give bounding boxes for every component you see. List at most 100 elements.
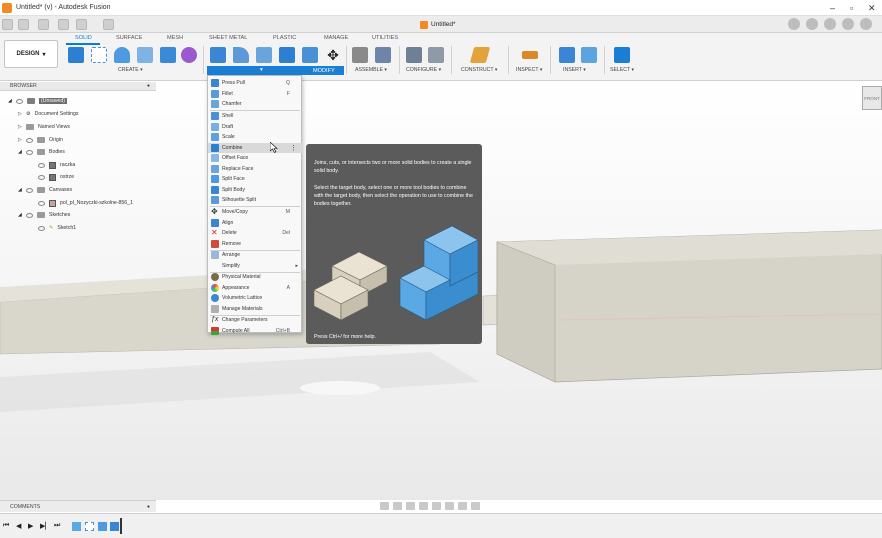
- browser-item-canvas-image[interactable]: pol_pl_Nozyczki-szkolne-856_1: [38, 197, 133, 209]
- menu-item-draft[interactable]: Draft: [208, 122, 302, 133]
- extensions-icon[interactable]: [806, 18, 818, 30]
- new-component-icon[interactable]: [68, 47, 84, 63]
- menu-item-volumetric-lattice[interactable]: Volumetric Lattice: [208, 293, 302, 304]
- eye-icon[interactable]: [38, 200, 45, 206]
- tab-solid[interactable]: SOLID: [75, 35, 92, 41]
- look-at-icon[interactable]: [393, 502, 402, 510]
- measure-icon[interactable]: [522, 51, 538, 59]
- menu-item-remove[interactable]: Remove: [208, 239, 302, 250]
- revolve-icon[interactable]: [137, 47, 153, 63]
- grid-settings-icon[interactable]: [458, 502, 467, 510]
- play-icon[interactable]: ▶: [28, 522, 33, 530]
- menu-item-silhouette-split[interactable]: Silhouette Split: [208, 195, 302, 206]
- browser-item-root[interactable]: ◢ (Unsaved): [8, 95, 67, 107]
- select-icon[interactable]: [614, 47, 630, 63]
- hole-icon[interactable]: [160, 47, 176, 63]
- menu-item-delete[interactable]: ✕ Delete Del: [208, 228, 302, 239]
- browser-item-body-ostrze[interactable]: ostrze: [38, 171, 74, 183]
- timeline-extrude-icon[interactable]: [98, 522, 107, 531]
- zoom-icon[interactable]: [419, 502, 428, 510]
- browser-item-origin[interactable]: ▷ Origin: [18, 134, 63, 146]
- select-group-label[interactable]: SELECT ▾: [610, 67, 634, 73]
- view-cube[interactable]: FRONT: [862, 86, 882, 110]
- browser-item-bodies[interactable]: ◢ Bodies: [18, 146, 65, 158]
- menu-item-offset-face[interactable]: Offset Face: [208, 153, 302, 164]
- menu-item-arrange[interactable]: Arrange: [208, 250, 302, 261]
- menu-item-move-copy[interactable]: ✥ Move/Copy M: [208, 207, 302, 218]
- joint-icon[interactable]: [352, 47, 368, 63]
- modify-group-label[interactable]: MODIFY ▾: [207, 66, 344, 75]
- configure-group-label[interactable]: CONFIGURE ▾: [406, 67, 441, 73]
- help-icon[interactable]: [860, 18, 872, 30]
- undo-icon[interactable]: [58, 19, 69, 30]
- document-tab[interactable]: Untitled*: [420, 18, 456, 31]
- tab-sheet-metal[interactable]: SHEET METAL: [209, 35, 247, 41]
- fit-icon[interactable]: [432, 502, 441, 510]
- comments-panel[interactable]: COMMENTS ●: [0, 500, 156, 512]
- create-sketch-icon[interactable]: [91, 47, 107, 63]
- menu-item-change-parameters[interactable]: ƒx Change Parameters: [208, 315, 302, 326]
- insert-group-label[interactable]: INSERT ▾: [563, 67, 586, 73]
- menu-item-combine[interactable]: Combine ⋮: [208, 142, 302, 153]
- tab-utilities[interactable]: UTILITIES: [372, 35, 398, 41]
- eye-icon[interactable]: [26, 149, 33, 155]
- timeline-extrude-icon[interactable]: [110, 522, 119, 531]
- save-icon[interactable]: [38, 19, 49, 30]
- new-tab-icon[interactable]: [788, 18, 800, 30]
- browser-item-named-views[interactable]: ▷ Named Views: [18, 121, 70, 133]
- menu-item-manage-materials[interactable]: Manage Materials: [208, 304, 302, 315]
- inspect-group-label[interactable]: INSPECT ▾: [516, 67, 542, 73]
- menu-item-split-face[interactable]: Split Face: [208, 174, 302, 185]
- workspace-switcher[interactable]: DESIGN ▾: [4, 40, 58, 68]
- eye-icon[interactable]: [26, 212, 33, 218]
- more-options-icon[interactable]: ⋮: [290, 144, 297, 152]
- pin-icon[interactable]: ●: [147, 82, 150, 91]
- eye-icon[interactable]: [38, 174, 45, 180]
- configure-icon[interactable]: [406, 47, 422, 63]
- browser-item-sketch1[interactable]: ✎ Sketch1: [38, 222, 76, 234]
- menu-item-shell[interactable]: Shell: [208, 111, 302, 122]
- job-status-icon[interactable]: [824, 18, 836, 30]
- menu-item-press-pull[interactable]: Press Pull Q: [208, 78, 302, 89]
- assemble-group-label[interactable]: ASSEMBLE ▾: [355, 67, 387, 73]
- grid-icon[interactable]: [2, 19, 13, 30]
- timeline-marker[interactable]: [120, 518, 122, 534]
- insert-image-icon[interactable]: [581, 47, 597, 63]
- combine-icon[interactable]: [279, 47, 295, 63]
- browser-item-body-raczka[interactable]: raczka: [38, 159, 75, 171]
- create-group-label[interactable]: CREATE ▾: [118, 67, 143, 73]
- menu-item-appearance[interactable]: Appearance A: [208, 283, 302, 294]
- eye-icon[interactable]: [38, 162, 45, 168]
- step-forward-icon[interactable]: ▶▏: [40, 522, 51, 530]
- browser-item-sketches[interactable]: ◢ Sketches: [18, 209, 70, 221]
- notifications-icon[interactable]: [842, 18, 854, 30]
- as-built-joint-icon[interactable]: [375, 47, 391, 63]
- menu-item-split-body[interactable]: Split Body: [208, 185, 302, 196]
- redo-icon[interactable]: [76, 19, 87, 30]
- viewports-icon[interactable]: [471, 502, 480, 510]
- eye-icon[interactable]: [26, 187, 33, 193]
- minimize-icon[interactable]: –: [830, 3, 835, 13]
- timeline-sketch-icon[interactable]: [85, 522, 94, 531]
- add-comment-icon[interactable]: ●: [147, 501, 150, 513]
- close-icon[interactable]: ✕: [868, 3, 876, 14]
- tab-manage[interactable]: MANAGE: [324, 35, 348, 41]
- menu-item-scale[interactable]: Scale: [208, 132, 302, 143]
- menu-item-physical-material[interactable]: Physical Material: [208, 272, 302, 283]
- menu-item-chamfer[interactable]: Chamfer: [208, 99, 302, 110]
- shell-icon[interactable]: [302, 47, 318, 63]
- menu-item-fillet[interactable]: Fillet F: [208, 89, 302, 100]
- browser-item-document-settings[interactable]: ▷ ⚙ Document Settings: [18, 108, 78, 120]
- browser-item-canvases[interactable]: ◢ Canvases: [18, 184, 72, 196]
- pan-icon[interactable]: [406, 502, 415, 510]
- form-icon[interactable]: [181, 47, 197, 63]
- tab-plastic[interactable]: PLASTIC: [273, 35, 296, 41]
- maximize-icon[interactable]: ▫: [850, 3, 853, 13]
- step-back-icon[interactable]: ◀: [16, 522, 21, 530]
- home-icon[interactable]: [103, 19, 114, 30]
- table-icon[interactable]: [428, 47, 444, 63]
- menu-item-compute-all[interactable]: Compute All Ctrl+B: [208, 326, 302, 337]
- eye-icon[interactable]: [38, 225, 45, 231]
- display-settings-icon[interactable]: [445, 502, 454, 510]
- tab-mesh[interactable]: MESH: [167, 35, 183, 41]
